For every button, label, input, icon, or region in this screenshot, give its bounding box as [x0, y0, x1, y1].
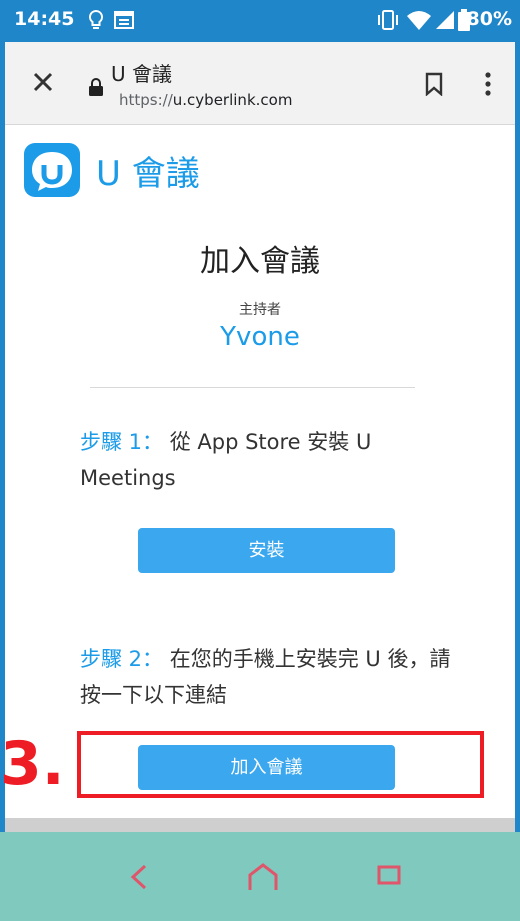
back-icon[interactable] — [128, 862, 150, 896]
home-icon[interactable] — [246, 862, 280, 896]
url-text[interactable]: https://u.cyberlink.com — [119, 91, 292, 109]
brand-name: U 會議 — [96, 154, 200, 194]
step-2-label: 步驟 2： — [80, 647, 164, 671]
wifi-icon — [406, 9, 432, 35]
page-heading: 加入會議 — [200, 244, 320, 279]
step-2-instruction: 步驟 2： 在您的手機上安裝完 U 後，請按一下以下連結 — [80, 641, 460, 713]
signal-icon — [434, 9, 456, 35]
browser-toolbar: U 會議 https://u.cyberlink.com — [5, 42, 515, 125]
nav-bar — [0, 832, 520, 921]
install-button[interactable]: 安裝 — [138, 528, 395, 573]
content-divider-bar — [5, 818, 515, 832]
host-label: 主持者 — [239, 302, 281, 318]
close-icon[interactable] — [29, 68, 57, 96]
step-1-label: 步驟 1： — [80, 430, 164, 454]
more-icon[interactable] — [484, 72, 492, 100]
status-time: 14:45 — [14, 8, 75, 30]
u-meetings-logo-icon — [24, 143, 80, 197]
vibrate-icon — [376, 9, 400, 35]
bookmark-icon[interactable] — [423, 72, 445, 100]
host-name: Yvone — [220, 322, 300, 352]
bulb-notification-icon — [88, 9, 104, 37]
highlight-box — [77, 731, 484, 798]
lock-icon — [88, 78, 104, 100]
step-number-annotation: 3. — [0, 729, 65, 799]
divider — [90, 387, 415, 388]
recents-icon[interactable] — [376, 862, 402, 892]
status-bar: 14:45 80% — [0, 0, 520, 42]
page-title: U 會議 — [111, 62, 172, 86]
calendar-notification-icon — [113, 9, 135, 35]
step-1-instruction: 步驟 1： 從 App Store 安裝 U Meetings — [80, 424, 460, 496]
battery-percent: 80% — [466, 8, 512, 30]
